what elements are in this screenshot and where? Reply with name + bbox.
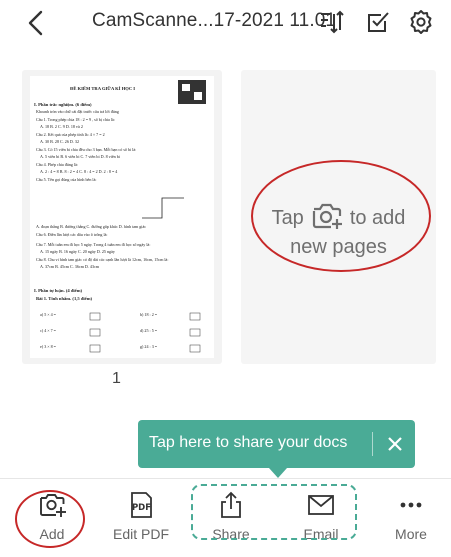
bottom-toolbar: Add PDF Edit PDF Share Email More — [0, 478, 451, 557]
doc-text-line: A. 18 B. 2 C. 9 D. 18 và 2 — [40, 124, 83, 129]
camera-plus-icon — [310, 202, 344, 230]
qr-code-block — [182, 84, 190, 91]
svg-text:PDF: PDF — [132, 503, 151, 513]
answer-box — [89, 328, 101, 337]
tooltip-close-button[interactable] — [383, 432, 407, 456]
share-tooltip-text[interactable]: Tap here to share your docs — [149, 434, 347, 452]
answer-box — [89, 312, 101, 321]
answer-box — [189, 328, 201, 337]
doc-text-line: A. 2 : 4 = 8 B. 8 : 2 = 4 C. 8 : 4 = 2 D… — [40, 169, 117, 174]
doc-text-line: A. 30 B. 28 C. 26 D. 32 — [40, 139, 79, 144]
doc-text-line: e) 3 × 8 = — [40, 344, 57, 349]
document-title[interactable]: CamScanne...17-2021 11.01 — [92, 10, 336, 32]
close-icon — [388, 437, 402, 451]
doc-text-line: Câu 7. Mỗi tuần em đi học 5 ngày. Trong … — [36, 242, 150, 247]
geometry-figure — [142, 197, 184, 219]
share-icon — [221, 491, 241, 518]
doc-text-line: Câu 4. Phép chia đúng là: — [36, 162, 78, 167]
doc-text-line: Câu 1. Trong phép chia 18 : 2 = 9 , số b… — [36, 117, 115, 123]
back-button[interactable] — [22, 6, 52, 40]
doc-text-line: I. Phần tự luận. (4 điểm) — [34, 288, 83, 293]
add-page-hint: Tap to add new pages — [241, 202, 436, 262]
answer-box — [89, 344, 101, 353]
sort-order-icon — [321, 10, 344, 34]
answer-box — [189, 344, 201, 353]
scanned-document-image: ĐỀ KIỂM TRA GIỮA KÌ HỌC I I. Phần trắc ng… — [30, 76, 214, 358]
tooltip-arrow — [269, 468, 287, 478]
doc-text-line: c) 4 × 7 = — [40, 328, 57, 333]
select-check-icon — [368, 12, 389, 32]
add-label: Add — [39, 526, 65, 542]
more-label: More — [395, 526, 427, 542]
doc-text-line: A. 37cm B. 45cm C. 36cm D. 43cm — [40, 264, 100, 269]
qr-code-block — [194, 92, 202, 100]
answer-box — [189, 312, 201, 321]
scanned-document-page: ĐỀ KIỂM TRA GIỮA KÌ HỌC I I. Phần trắc ng… — [34, 80, 206, 353]
add-page-card[interactable]: Tap to add new pages — [241, 70, 436, 364]
more-dots-icon — [400, 502, 422, 508]
page-number: 1 — [112, 370, 121, 387]
envelope-icon — [308, 495, 334, 515]
doc-text-line: A. 15 ngày B. 16 ngày C. 20 ngày D. 25 n… — [40, 249, 116, 254]
doc-text-line: d) 25 : 5 = — [140, 328, 158, 333]
top-bar: CamScanne...17-2021 11.01 — [0, 0, 451, 44]
share-button[interactable]: Share — [191, 487, 271, 549]
share-tooltip: Tap here to share your docs — [138, 420, 415, 468]
doc-text-line: Câu 5. Tên gọi đúng của hình bên là: — [36, 177, 97, 182]
share-label: Share — [212, 526, 250, 542]
more-button[interactable]: More — [371, 487, 451, 549]
add-button[interactable]: Add — [12, 487, 92, 549]
email-button[interactable]: Email — [281, 487, 361, 549]
doc-text-line: ĐỀ KIỂM TRA GIỮA KÌ HỌC I — [70, 86, 135, 91]
settings-button[interactable] — [408, 9, 434, 35]
add-hint-text-3: new pages — [290, 236, 387, 258]
pdf-icon: PDF — [131, 492, 152, 518]
doc-text-line: A. 5 viên bi B. 6 viên bi C. 7 viên bi D… — [40, 154, 121, 159]
edit-pdf-label: Edit PDF — [112, 526, 169, 542]
gear-icon — [410, 10, 432, 34]
doc-text-line: Câu 6. Điền lần lượt các dấu vào ô trống… — [36, 232, 108, 237]
sort-button[interactable] — [319, 9, 345, 35]
doc-text-line: a) 5 × 4 = — [40, 312, 57, 317]
back-chevron-icon — [28, 10, 43, 36]
doc-text-line: Khoanh tròn vào chữ cái đặt trước câu tr… — [36, 109, 119, 114]
doc-text-line: b) 18 : 2 = — [140, 312, 158, 317]
doc-text-line: A. đoạn thẳng B. đường thẳng C. đường gấ… — [36, 224, 146, 229]
email-label: Email — [303, 526, 339, 542]
edit-pdf-button[interactable]: PDF Edit PDF — [101, 487, 181, 549]
page-thumbnail-1[interactable]: ĐỀ KIỂM TRA GIỮA KÌ HỌC I I. Phần trắc ng… — [22, 70, 222, 364]
add-hint-text-2: to add — [349, 207, 406, 229]
doc-text-line: Câu 3. Có 15 viên bi chia đều cho 3 bạn.… — [36, 147, 136, 152]
doc-text-line: I. Phần trắc nghiệm. (6 điểm) — [34, 102, 92, 107]
tooltip-divider — [372, 432, 373, 456]
camera-plus-icon — [40, 494, 66, 517]
doc-text-line: Câu 8. Chu vi hình tam giác có độ dài cá… — [36, 257, 169, 263]
doc-text-line: Bài 1. Tính nhẩm. (1,5 điểm) — [36, 296, 93, 301]
doc-text-line: Câu 2. Kết quả của phép tính là: 4 × 7 =… — [36, 132, 105, 137]
doc-text-line: g) 24 : 3 = — [140, 344, 158, 349]
select-button[interactable] — [365, 9, 391, 35]
add-hint-text-1: Tap — [271, 207, 304, 229]
pages-grid: ĐỀ KIỂM TRA GIỮA KÌ HỌC I I. Phần trắc ng… — [0, 44, 451, 464]
